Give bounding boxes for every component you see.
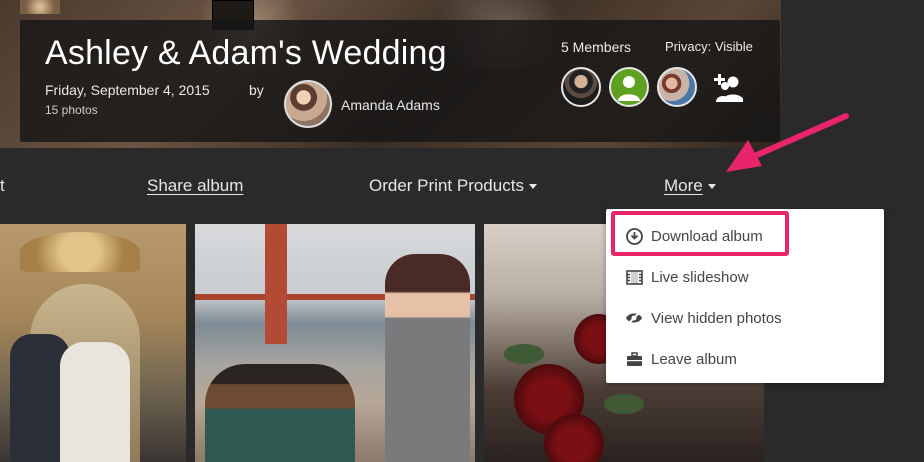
album-title: Ashley & Adam's Wedding: [45, 34, 447, 72]
album-photo-count: 15 photos: [45, 103, 98, 117]
toolbar-item-partial[interactable]: t: [0, 176, 5, 196]
photo-detail: [20, 232, 140, 272]
default-user-icon: [618, 76, 640, 101]
order-print-products-menu[interactable]: Order Print Products: [369, 176, 537, 196]
menu-item-label: Leave album: [651, 350, 737, 368]
menu-item-live-slideshow[interactable]: Live slideshow: [606, 258, 884, 296]
owner-avatar[interactable]: [284, 80, 332, 128]
annotation-highlight-box: [611, 211, 789, 256]
menu-item-label: Live slideshow: [651, 268, 749, 286]
photo-detail: [604, 394, 644, 414]
annotation-arrow-icon: [726, 113, 849, 172]
member-avatar[interactable]: [561, 67, 601, 107]
photo-thumbnail[interactable]: [195, 224, 475, 462]
hidden-eye-icon: [625, 309, 643, 327]
album-by-label: by: [249, 82, 264, 98]
members-count[interactable]: 5 Members: [561, 39, 631, 55]
chevron-down-icon: [707, 184, 716, 190]
chevron-down-icon: [528, 184, 537, 190]
order-print-products-label: Order Print Products: [369, 176, 524, 195]
album-date: Friday, September 4, 2015: [45, 82, 210, 98]
photo-detail: [205, 364, 355, 462]
privacy-setting[interactable]: Privacy: Visible: [665, 39, 753, 54]
member-avatar[interactable]: [609, 67, 649, 107]
briefcase-icon: [625, 350, 643, 368]
cover-decoration: [20, 0, 60, 14]
add-user-icon: [714, 74, 743, 102]
more-menu[interactable]: More: [664, 176, 716, 196]
menu-item-label: View hidden photos: [651, 309, 782, 327]
owner-name[interactable]: Amanda Adams: [341, 97, 440, 113]
menu-item-leave-album[interactable]: Leave album: [606, 340, 884, 378]
member-avatar[interactable]: [657, 67, 697, 107]
menu-item-view-hidden-photos[interactable]: View hidden photos: [606, 299, 884, 337]
more-label: More: [664, 176, 703, 195]
photo-detail: [265, 224, 287, 344]
photo-detail: [385, 254, 470, 462]
share-album-link[interactable]: Share album: [147, 176, 243, 196]
photo-detail: [504, 344, 544, 364]
film-icon: [625, 268, 643, 286]
photo-detail: [60, 342, 130, 462]
photo-detail: [544, 414, 604, 462]
photo-thumbnail[interactable]: [0, 224, 186, 462]
add-member-button[interactable]: [710, 72, 744, 102]
